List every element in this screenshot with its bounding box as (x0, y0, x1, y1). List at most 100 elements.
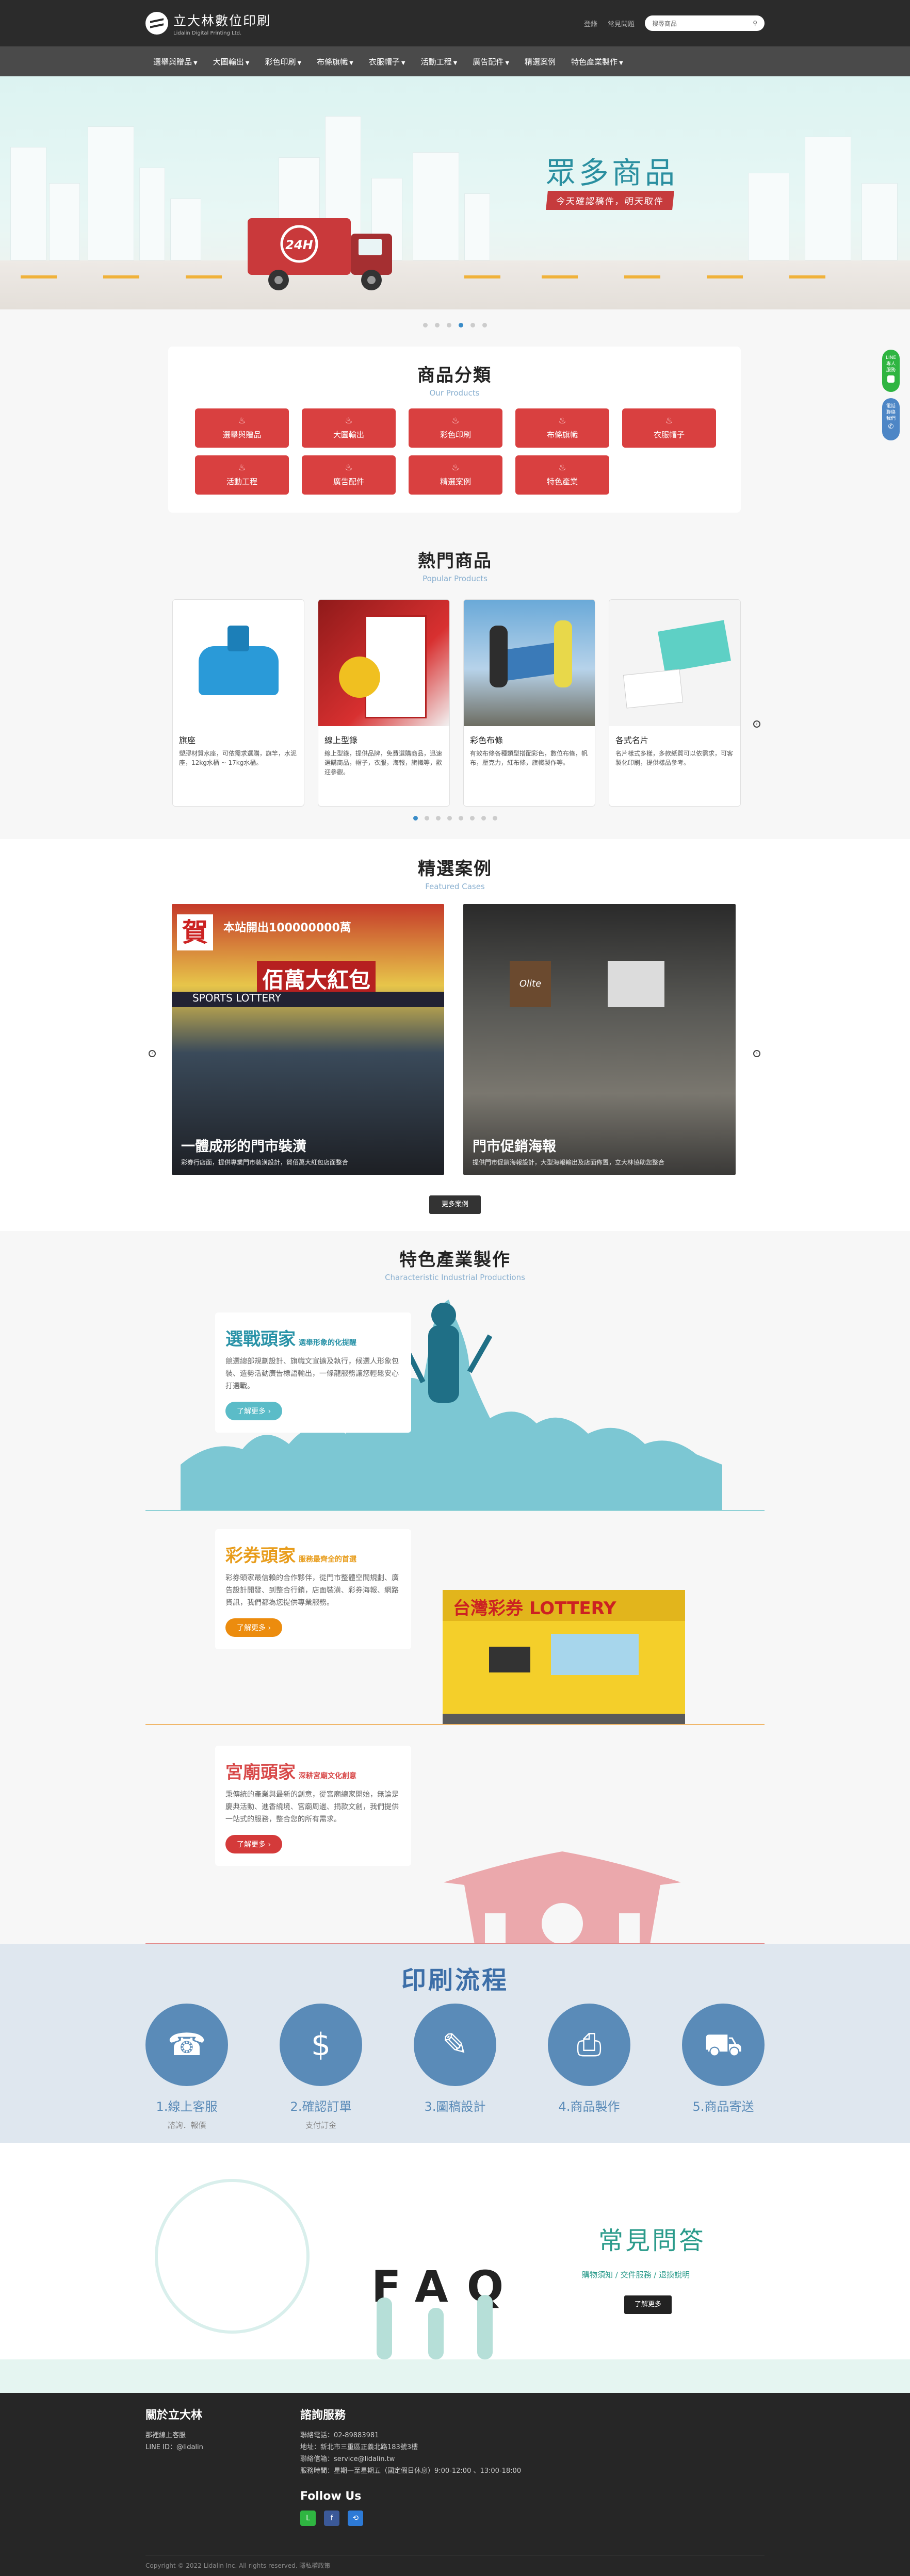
product-card[interactable]: 旗座 塑膠材質水座，可依需求選購，旗竿，水泥座，12kg水桶 ~ 17kg水桶。 (172, 599, 304, 807)
nav-item-election[interactable]: 選舉與贈品 ▼ (145, 56, 205, 67)
product-desc: 名片樣式多樣，多款紙質可以依需求，可客製化印刷，提供樣品參考。 (615, 750, 734, 766)
phone-contact-button[interactable]: 電話 聯絡 我們 ✆ (882, 398, 900, 440)
category-button[interactable]: ♨ 活動工程 (195, 455, 289, 495)
category-button[interactable]: ♨ 布條旗幟 (515, 408, 609, 448)
building-shape (10, 147, 46, 260)
step-name: 4.商品製作 (558, 2099, 620, 2114)
nav-item-industry[interactable]: 特色產業製作 ▼ (563, 56, 631, 67)
learn-more-button[interactable]: 了解更多 › (225, 1835, 283, 1853)
product-card[interactable]: 彩色布條 有效布條各種類型搭配彩色，數位布條，帆布，壓克力，紅布條，旗幟製作等。 (463, 599, 595, 807)
login-link[interactable]: 登錄 (584, 19, 597, 28)
nav-item-clothing[interactable]: 衣服帽子 ▼ (361, 56, 413, 67)
site-logo[interactable]: 立大林數位印刷 Lidalin Digital Printing Ltd. (145, 11, 271, 36)
caret-down-icon: ▼ (245, 60, 250, 66)
hero-banner[interactable]: 24H 眾多商品 今天確認稿件，明天取件 (0, 76, 910, 309)
industry-card-tag: 深耕宮廟文化創意 (299, 1772, 356, 1780)
carousel-dot[interactable] (435, 816, 441, 821)
carousel-dot[interactable] (435, 323, 440, 327)
popular-carousel: 旗座 塑膠材質水座，可依需求選購，旗竿，水泥座，12kg水桶 ~ 17kg水桶。… (172, 599, 741, 807)
learn-more-button[interactable]: 了解更多 › (225, 1618, 283, 1637)
category-button[interactable]: ♨ 精選案例 (409, 455, 502, 495)
caret-down-icon: ▼ (619, 60, 623, 66)
nav-item-cases[interactable]: 精選案例 (517, 56, 563, 67)
faq-more-button[interactable]: 了解更多 (624, 2295, 672, 2314)
road-stripe (464, 275, 500, 278)
sign-lottery: SPORTS LOTTERY (172, 992, 444, 1007)
carousel-next-icon[interactable]: › (753, 1050, 760, 1057)
learn-more-button[interactable]: 了解更多 › (225, 1402, 283, 1420)
building-shape (139, 168, 165, 260)
industry-card-election: 選戰頭家 選舉形象的化提醒 競選總部規劃設計、旗幟文宣擴及執行，候選人形象包裝、造… (215, 1312, 411, 1433)
road-stripe (542, 275, 578, 278)
product-name: 旗座 (179, 735, 196, 745)
category-button[interactable]: ♨ 選舉與贈品 (195, 408, 289, 448)
share-icon[interactable]: ⟲ (348, 2511, 364, 2526)
industry-title: 特色產業製作 (399, 1250, 511, 1270)
line-icon[interactable]: L (300, 2511, 316, 2526)
footer-service-line: 聯絡電話：02-89883981 (300, 2432, 379, 2439)
hero-title: 眾多商品 (546, 155, 678, 190)
facebook-icon[interactable]: f (324, 2511, 340, 2526)
faq-circle-decoration (155, 2179, 310, 2334)
carousel-dot-active[interactable] (413, 816, 418, 821)
line-contact-button[interactable]: LINE 專人 服務 (882, 350, 900, 392)
carousel-dot[interactable] (458, 816, 463, 821)
category-subtitle: Our Products (429, 388, 480, 398)
carousel-dot[interactable] (423, 323, 428, 327)
search-placeholder: 搜尋商品 (652, 20, 677, 27)
carousel-dot[interactable] (492, 816, 497, 821)
industry-card-title: 宮廟頭家 (225, 1762, 296, 1783)
product-card[interactable]: 各式名片 名片樣式多樣，多款紙質可以依需求，可客製化印刷，提供樣品參考。 (609, 599, 741, 807)
search-icon[interactable]: ⚲ (753, 20, 757, 27)
divider (145, 1724, 765, 1725)
category-button[interactable]: ♨ 衣服帽子 (622, 408, 716, 448)
process-step: $ 2.確認訂單 支付訂金 (280, 2004, 362, 2130)
industry-card-tag: 選舉形象的化提醒 (299, 1339, 356, 1347)
faq-word: FAQ (371, 2261, 523, 2312)
carousel-dot-active[interactable] (459, 323, 463, 327)
faq-link[interactable]: 常見問題 (608, 19, 635, 28)
carousel-dot[interactable] (470, 323, 475, 327)
process-step: ⛟ 5.商品寄送 (682, 2004, 765, 2114)
category-button[interactable]: ♨ 大圖輸出 (302, 408, 396, 448)
carousel-dot[interactable] (469, 816, 475, 821)
category-button[interactable]: ♨ 彩色印刷 (409, 408, 502, 448)
caret-down-icon: ▼ (349, 60, 353, 66)
carousel-dot[interactable] (424, 816, 429, 821)
more-cases-button[interactable]: 更多案例 (429, 1195, 481, 1214)
faq-title: 常見問答 (598, 2226, 706, 2255)
faq-links[interactable]: 購物須知 / 交件服務 / 退換說明 (582, 2269, 690, 2280)
carousel-dot[interactable] (447, 816, 452, 821)
case-card[interactable]: 賀 佰萬大紅包 本站開出100000000萬 SPORTS LOTTERY 一體… (172, 904, 444, 1175)
carousel-dot[interactable] (481, 816, 486, 821)
category-button[interactable]: ♨ 特色產業 (515, 455, 609, 495)
carousel-next-icon[interactable]: › (753, 720, 760, 728)
nav-item-large-print[interactable]: 大圖輸出 ▼ (205, 56, 257, 67)
industry-card-desc: 彩券頭家最信賴的合作夥伴，從門市整體空間規劃、廣告設計開發、到整合行銷，店面裝潢… (225, 1574, 399, 1607)
popular-carousel-dots (0, 816, 910, 821)
lottery-booth-illustration: 台灣彩券 LOTTERY (443, 1590, 685, 1724)
step-sub: 諮詢．報價 (167, 2121, 206, 2130)
product-card[interactable]: 線上型錄 線上型錄，提供品牌，免費選購商品，迅速選購商品，帽子，衣服，海報，旗幟… (318, 599, 450, 807)
product-image (609, 600, 740, 726)
headset-icon: ☎ (145, 2004, 228, 2086)
carousel-prev-icon[interactable]: ‹ (149, 1050, 156, 1057)
nav-item-banners[interactable]: 布條旗幟 ▼ (309, 56, 361, 67)
faq-band (0, 2359, 910, 2393)
booth-terminal (489, 1647, 530, 1672)
process-step: ⎙ 4.商品製作 (548, 2004, 630, 2114)
nav-item-ad-accessories[interactable]: 廣告配件 ▼ (465, 56, 517, 67)
case-card[interactable]: Olite 門市促銷海報 提供門市促銷海報設計，大型海報輸出及店面佈置，立大林協… (463, 904, 736, 1175)
nav-item-events[interactable]: 活動工程 ▼ (413, 56, 465, 67)
nav-item-color-print[interactable]: 彩色印刷 ▼ (257, 56, 309, 67)
category-button[interactable]: ♨ 廣告配件 (302, 455, 396, 495)
carousel-dot[interactable] (447, 323, 451, 327)
building-shape (464, 193, 490, 260)
product-name: 各式名片 (615, 735, 649, 745)
search-input[interactable]: 搜尋商品 ⚲ (645, 15, 765, 31)
footer-service-title: 諮詢服務 (300, 2409, 346, 2422)
carousel-dot[interactable] (482, 323, 487, 327)
industry-card-tag: 服務最齊全的首選 (299, 1555, 356, 1564)
industry-card-desc: 競選總部規劃設計、旗幟文宣擴及執行，候選人形象包裝、造勢活動廣告標語輸出，一條龍… (225, 1357, 399, 1390)
process-section: 印刷流程 ☎ 1.線上客服 諮詢．報價 $ 2.確認訂單 支付訂金 ✎ 3.圖稿… (0, 1944, 910, 2143)
